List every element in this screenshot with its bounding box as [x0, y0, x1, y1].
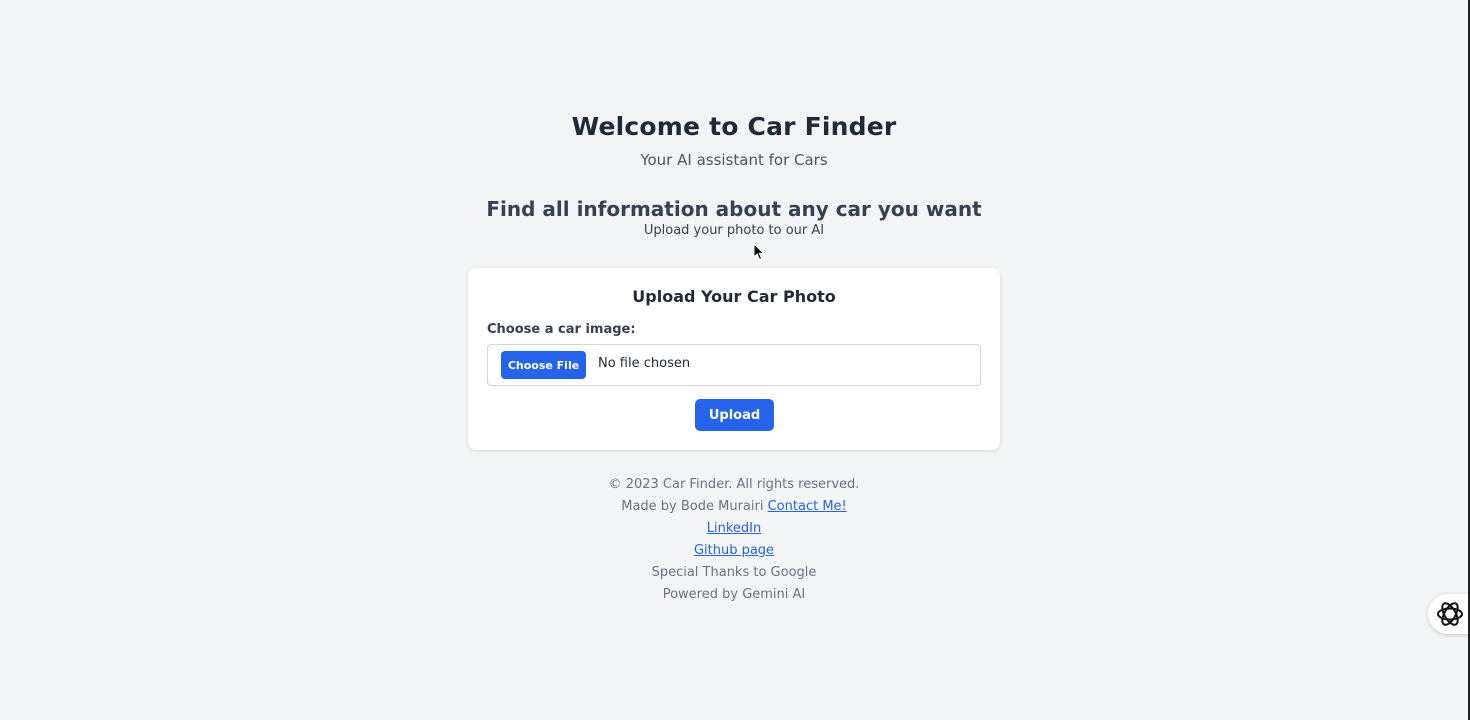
- footer: © 2023 Car Finder. All rights reserved. …: [0, 474, 1468, 606]
- file-status-text: No file chosen: [598, 356, 691, 371]
- footer-thanks: Special Thanks to Google: [651, 565, 817, 580]
- page: Welcome to Car Finder Your AI assistant …: [0, 0, 1470, 720]
- upload-button[interactable]: Upload: [695, 399, 774, 431]
- upload-card: Upload Your Car Photo Choose a car image…: [468, 268, 1000, 450]
- intro-heading: Find all information about any car you w…: [486, 197, 982, 221]
- github-link[interactable]: Github page: [694, 543, 774, 558]
- footer-copyright: © 2023 Car Finder. All rights reserved.: [608, 477, 860, 492]
- footer-powered-by: Powered by Gemini AI: [662, 587, 806, 602]
- choose-file-button[interactable]: Choose File: [501, 351, 586, 379]
- assistant-floating-button[interactable]: [1428, 594, 1470, 634]
- contact-me-link[interactable]: Contact Me!: [768, 499, 847, 514]
- footer-github-line: Github page: [0, 540, 1468, 562]
- openai-logo-icon: [1437, 602, 1463, 626]
- footer-linkedin-line: LinkedIn: [0, 518, 1468, 540]
- upload-card-title: Upload Your Car Photo: [632, 287, 836, 306]
- mouse-cursor-icon: [753, 243, 765, 261]
- linkedin-link[interactable]: LinkedIn: [707, 521, 761, 536]
- page-title: Welcome to Car Finder: [571, 112, 897, 141]
- page-subtitle: Your AI assistant for Cars: [640, 151, 828, 169]
- car-image-label: Choose a car image:: [487, 322, 636, 337]
- footer-made-by-line: Made by Bode Murairi Contact Me!: [0, 496, 1468, 518]
- file-input[interactable]: Choose File No file chosen: [487, 344, 981, 386]
- footer-made-by: Made by Bode Murairi: [621, 499, 764, 514]
- intro-subtext: Upload your photo to our AI: [643, 223, 825, 238]
